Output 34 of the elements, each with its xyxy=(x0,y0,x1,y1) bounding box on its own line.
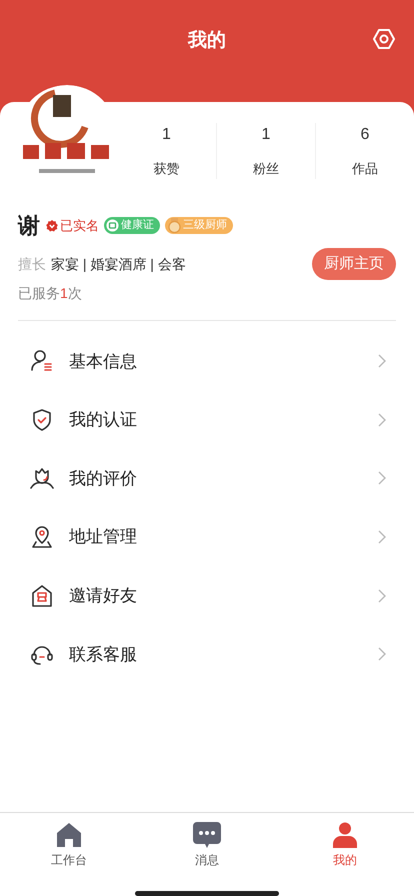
chef-level-badge: 三级厨师 xyxy=(165,217,233,234)
chevron-right-icon xyxy=(378,530,386,544)
chef-name: 谢 xyxy=(18,212,40,240)
stat-label: 粉丝 xyxy=(253,160,279,178)
stat-value: 1 xyxy=(262,125,270,145)
chevron-right-icon xyxy=(378,412,386,427)
certificate-icon xyxy=(106,219,119,232)
person-icon xyxy=(333,822,357,848)
stat-label: 获赞 xyxy=(154,160,180,178)
page-title: 我的 xyxy=(186,29,227,53)
chat-bubble-icon xyxy=(193,822,221,848)
stat-value: 1 xyxy=(162,125,171,145)
health-certificate-badge: 健康证 xyxy=(104,217,160,234)
chevron-right-icon xyxy=(378,588,386,603)
chevron-right-icon xyxy=(378,471,386,486)
chevron-right-icon xyxy=(378,354,386,368)
tab-item[interactable]: 消息 xyxy=(138,822,276,869)
verified-label: 已实名 xyxy=(46,216,99,236)
medal-icon xyxy=(168,218,181,233)
shield-icon xyxy=(30,408,54,432)
person-icon xyxy=(30,349,54,374)
verified-icon xyxy=(46,220,58,232)
location-pin-icon xyxy=(30,525,54,550)
specialty-text: 家宴 | 婚宴酒席 | 会客 xyxy=(51,254,186,274)
stat-label: 作品 xyxy=(352,160,378,178)
chevron-right-icon xyxy=(378,647,386,662)
home-icon xyxy=(56,822,82,848)
flower-icon xyxy=(30,466,54,490)
tab-item[interactable]: 我的 xyxy=(276,822,414,869)
specialty-label: 擅长 xyxy=(18,254,46,274)
tab-item[interactable]: 工作台 xyxy=(0,822,138,869)
settings-icon[interactable] xyxy=(373,28,395,50)
stat-value: 6 xyxy=(360,125,370,145)
served-count-text: 已服务1次 xyxy=(18,284,83,303)
